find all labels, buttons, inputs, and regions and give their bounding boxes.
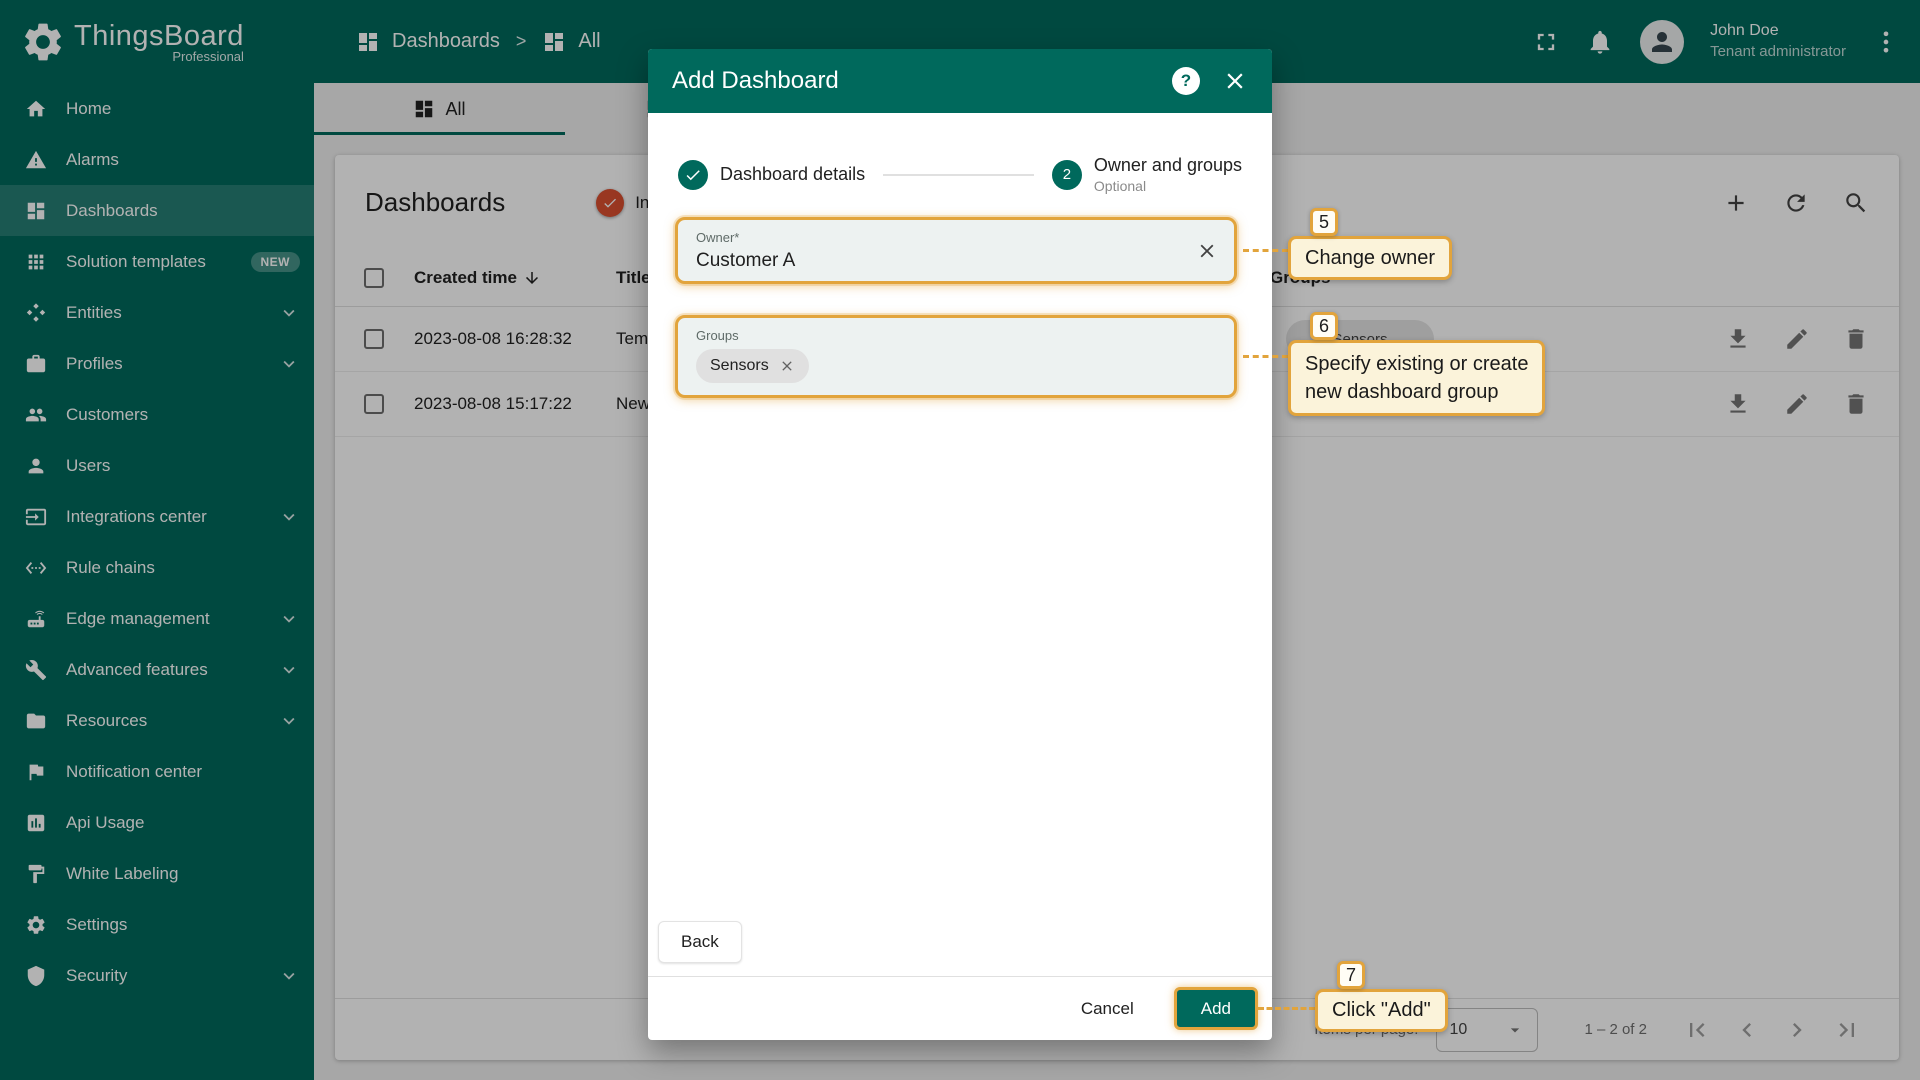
groups-field[interactable]: Groups Sensors	[675, 315, 1237, 398]
chip-label: Sensors	[710, 357, 769, 375]
add-dashboard-dialog: Add Dashboard ? Dashboard details 2 Owne…	[648, 49, 1272, 1040]
owner-field-label: Owner*	[696, 230, 1216, 245]
annotation-connector	[1258, 1007, 1315, 1010]
cancel-button[interactable]: Cancel	[1071, 991, 1144, 1027]
annotation-callout-click-add: Click "Add"	[1315, 989, 1448, 1032]
dialog-title: Add Dashboard	[672, 67, 1172, 95]
annotation-callout-change-owner: Change owner	[1288, 236, 1452, 280]
owner-field[interactable]: Owner* Customer A	[675, 217, 1237, 284]
annotation-text: Specify existing or create	[1305, 350, 1528, 378]
dialog-header: Add Dashboard ?	[648, 49, 1272, 113]
annotation-step-number: 7	[1337, 961, 1365, 989]
annotation-step-number: 6	[1310, 312, 1338, 340]
step2-number: 2	[1052, 160, 1082, 190]
back-button[interactable]: Back	[658, 921, 742, 963]
step1-label[interactable]: Dashboard details	[720, 164, 865, 185]
annotation-text: Change owner	[1305, 247, 1435, 270]
clear-owner-icon[interactable]	[1196, 240, 1218, 262]
sensors-group-chip: Sensors	[696, 349, 809, 383]
dialog-footer: Cancel Add	[648, 976, 1272, 1040]
step1-check-icon	[678, 160, 708, 190]
annotation-text: new dashboard group	[1305, 378, 1528, 406]
help-icon[interactable]: ?	[1172, 67, 1200, 95]
annotation-connector	[1243, 355, 1288, 358]
annotation-text: Click "Add"	[1332, 999, 1431, 1022]
remove-chip-icon[interactable]	[779, 358, 795, 374]
step2-optional-hint: Optional	[1094, 178, 1242, 194]
step-connector	[883, 174, 1034, 176]
dialog-stepper: Dashboard details 2 Owner and groups Opt…	[678, 155, 1242, 194]
groups-field-label: Groups	[696, 328, 1216, 343]
step2-label[interactable]: Owner and groups	[1094, 155, 1242, 176]
close-icon[interactable]	[1222, 68, 1248, 94]
add-button[interactable]: Add	[1174, 987, 1258, 1030]
annotation-step-number: 5	[1310, 208, 1338, 236]
annotation-connector	[1243, 249, 1288, 252]
owner-field-value: Customer A	[696, 250, 1216, 272]
annotation-callout-specify-group: Specify existing or create new dashboard…	[1288, 340, 1545, 416]
